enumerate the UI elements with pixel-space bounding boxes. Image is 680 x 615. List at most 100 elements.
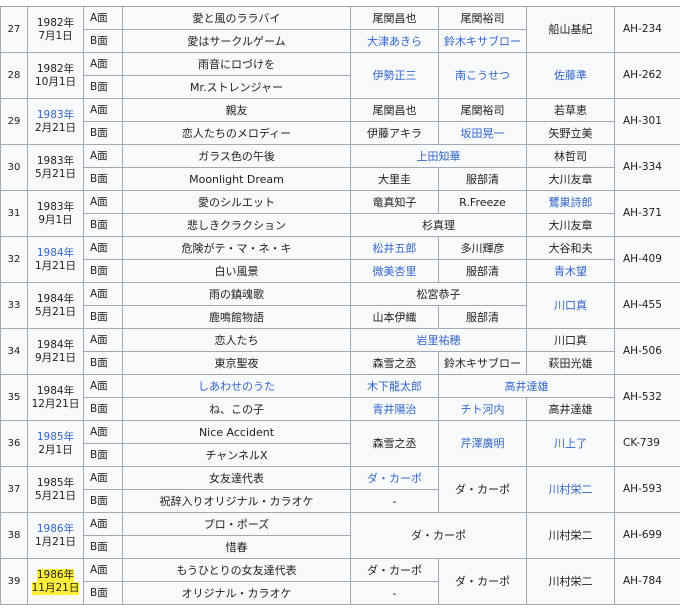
lyricist: 山本伊織 bbox=[350, 305, 439, 329]
lyricist-link[interactable]: ダ・カーポ bbox=[350, 466, 439, 490]
song-title: 愛のシルエット bbox=[122, 190, 351, 214]
side-label: A面 bbox=[83, 420, 123, 444]
arranger-link[interactable]: 青木望 bbox=[526, 259, 615, 283]
catalog-number: AH-506 bbox=[614, 328, 680, 375]
songwriter-link[interactable]: 上田知華 bbox=[350, 144, 527, 168]
release-date: 1986年 1月21日 bbox=[27, 512, 84, 559]
table-row: 31 1983年 9月1日 A面 愛のシルエット 竜真知子 R.Freeze 鷺巣… bbox=[0, 190, 680, 237]
catalog-number: AH-455 bbox=[614, 282, 680, 329]
side-label: A面 bbox=[83, 144, 123, 168]
song-title: オリジナル・カラオケ bbox=[122, 581, 351, 605]
composer: 尾関裕司 bbox=[438, 6, 527, 30]
side-label: B面 bbox=[83, 489, 123, 513]
song-title: 雨の鎮魂歌 bbox=[122, 282, 351, 306]
arranger-link[interactable]: 鷺巣詩郎 bbox=[526, 190, 615, 214]
composer: 鈴木キサブロー bbox=[438, 351, 527, 375]
song-title: 恋人たちのメロディー bbox=[122, 121, 351, 145]
composer-link[interactable]: 南こうせつ bbox=[438, 52, 527, 99]
song-title: Nice Accident bbox=[122, 420, 351, 444]
table-row: 38 1986年 1月21日 A面 プロ・ポーズ ダ・カーポ 川村栄二 AH-69… bbox=[0, 512, 680, 559]
lyricist: 竜真知子 bbox=[350, 190, 439, 214]
table-row: 37 1985年 5月21日 A面 女友達代表 ダ・カーポ ダ・カーポ 川村栄二 … bbox=[0, 466, 680, 513]
arranger: 林哲司 bbox=[526, 144, 615, 168]
composer-link[interactable]: 坂田晃一 bbox=[438, 121, 527, 145]
lyricist-link[interactable]: 松井五郎 bbox=[350, 236, 439, 260]
composer-arranger-link[interactable]: 高井達雄 bbox=[438, 374, 615, 398]
arranger: 川口真 bbox=[526, 328, 615, 352]
song-title: 雨音にロづけを bbox=[122, 52, 351, 76]
year-link[interactable]: 1986年 bbox=[37, 523, 74, 536]
side-label: A面 bbox=[83, 6, 123, 30]
side-label: B面 bbox=[83, 75, 123, 99]
table-row: 27 1982年 7月1日 A面 愛と風のララバイ 尾関昌也 尾関裕司 船山基紀 … bbox=[0, 6, 680, 53]
composer: 服部清 bbox=[438, 167, 527, 191]
songwriter: ダ・カーポ bbox=[350, 512, 527, 559]
composer-link[interactable]: 芹澤廣明 bbox=[438, 420, 527, 467]
table-row: 39 1986年 11月21日 A面 もうひとりの女友達代表 ダ・カーポ ダ・カー… bbox=[0, 558, 680, 605]
arranger: 大川友章 bbox=[526, 213, 615, 237]
lyricist-link[interactable]: 大津あきら bbox=[350, 29, 439, 53]
composer: 服部清 bbox=[438, 305, 527, 329]
side-label: A面 bbox=[83, 374, 123, 398]
lyricist-link[interactable]: 伊勢正三 bbox=[350, 52, 439, 99]
release-date: 1983年 9月1日 bbox=[27, 190, 84, 237]
side-label: A面 bbox=[83, 98, 123, 122]
table-row: 33 1984年 5月21日 A面 雨の鎮魂歌 松宮恭子 川口真 AH-455 bbox=[0, 282, 680, 329]
side-label: B面 bbox=[83, 167, 123, 191]
arranger: 矢野立美 bbox=[526, 121, 615, 145]
release-date: 1986年 11月21日 bbox=[27, 558, 84, 605]
release-date: 1984年 1月21日 bbox=[27, 236, 84, 283]
composer: ダ・カーポ bbox=[438, 558, 527, 605]
song-title: 女友達代表 bbox=[122, 466, 351, 490]
lyricist-link[interactable]: 微美杏里 bbox=[350, 259, 439, 283]
side-label: B面 bbox=[83, 397, 123, 421]
composer-link[interactable]: チト河内 bbox=[438, 397, 527, 421]
year-link[interactable]: 1984年 bbox=[37, 247, 74, 260]
single-number: 32 bbox=[0, 236, 28, 283]
single-number: 31 bbox=[0, 190, 28, 237]
catalog-number: AH-301 bbox=[614, 98, 680, 145]
lyricist-link[interactable]: 木下龍太郎 bbox=[350, 374, 439, 398]
composer: ダ・カーポ bbox=[438, 466, 527, 513]
catalog-number: CK-739 bbox=[614, 420, 680, 467]
side-label: A面 bbox=[83, 282, 123, 306]
catalog-number: AH-784 bbox=[614, 558, 680, 605]
single-number: 34 bbox=[0, 328, 28, 375]
arranger-link[interactable]: 川村栄二 bbox=[526, 466, 615, 513]
side-label: B面 bbox=[83, 213, 123, 237]
composer-link[interactable]: 鈴木キサブロー bbox=[438, 29, 527, 53]
catalog-number: AH-234 bbox=[614, 6, 680, 53]
table-row: 36 1985年 2月1日 A面 Nice Accident 森雪之丞 芹澤廣明 … bbox=[0, 420, 680, 467]
side-label: A面 bbox=[83, 328, 123, 352]
lyricist-link[interactable]: 青井陽治 bbox=[350, 397, 439, 421]
release-date: 1984年 9月21日 bbox=[27, 328, 84, 375]
table-row: 35 1984年 12月21日 A面 しあわせのうた 木下龍太郎 高井達雄 AH-… bbox=[0, 374, 680, 421]
composer: 多川輝彦 bbox=[438, 236, 527, 260]
song-title: 惜春 bbox=[122, 535, 351, 559]
arranger-link[interactable]: 川上了 bbox=[526, 420, 615, 467]
side-label: B面 bbox=[83, 535, 123, 559]
year-link[interactable]: 1985年 bbox=[37, 431, 74, 444]
side-label: B面 bbox=[83, 351, 123, 375]
side-label: A面 bbox=[83, 236, 123, 260]
single-number: 39 bbox=[0, 558, 28, 605]
composer: 服部清 bbox=[438, 259, 527, 283]
lyricist: 森雪之丞 bbox=[350, 351, 439, 375]
year-link[interactable]: 1983年 bbox=[37, 109, 74, 122]
lyricist: ダ・カーポ bbox=[350, 558, 439, 582]
table-row: B面 白い風景 微美杏里 服部清 青木望 bbox=[1, 259, 680, 283]
lyricist: 森雪之丞 bbox=[350, 420, 439, 467]
song-title: Mr.ストレンジャー bbox=[122, 75, 351, 99]
arranger-link[interactable]: 佐藤準 bbox=[526, 52, 615, 99]
song-title: 祝辞入りオリジナル・カラオケ bbox=[122, 489, 351, 513]
song-title: プロ・ポーズ bbox=[122, 512, 351, 536]
songwriter-link[interactable]: 岩里祐穂 bbox=[350, 328, 527, 352]
arranger-link[interactable]: 川口真 bbox=[526, 282, 615, 329]
catalog-number: AH-334 bbox=[614, 144, 680, 191]
song-title: 白い風景 bbox=[122, 259, 351, 283]
table-row: B面 Moonlight Dream 大里圭 服部清 大川友章 bbox=[1, 167, 680, 191]
song-title: もうひとりの女友達代表 bbox=[122, 558, 351, 582]
release-date: 1982年 10月1日 bbox=[27, 52, 84, 99]
song-title: ね、この子 bbox=[122, 397, 351, 421]
song-title-link[interactable]: しあわせのうた bbox=[122, 374, 351, 398]
